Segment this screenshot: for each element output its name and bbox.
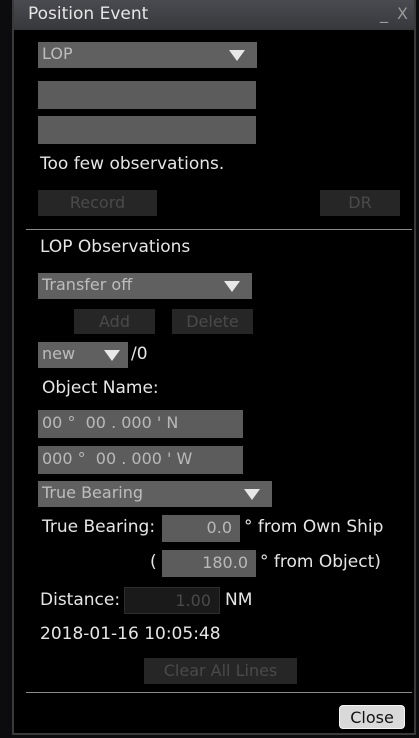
distance-unit: NM xyxy=(225,590,253,610)
window-title: Position Event xyxy=(28,4,149,24)
observation-message: Too few observations. xyxy=(40,154,225,174)
record-button[interactable]: Record xyxy=(38,190,157,216)
longitude-field[interactable]: 000 ° 00 . 000 ' W xyxy=(38,446,243,474)
object-name-label: Object Name: xyxy=(42,378,159,398)
bearing-type-value: True Bearing xyxy=(42,483,144,502)
position-event-window: Position Event _ X LOP Too few observati… xyxy=(12,0,416,735)
delete-button[interactable]: Delete xyxy=(172,309,253,334)
mode-dropdown-value: LOP xyxy=(42,44,73,63)
observation-count: /0 xyxy=(131,344,148,364)
clear-all-lines-button[interactable]: Clear All Lines xyxy=(144,658,297,684)
position-field-2[interactable] xyxy=(38,116,256,144)
footer-divider xyxy=(26,692,412,693)
add-button[interactable]: Add xyxy=(74,309,155,334)
transfer-dropdown[interactable]: Transfer off xyxy=(38,273,252,299)
chevron-down-icon xyxy=(229,50,245,61)
distance-input[interactable]: 1.00 xyxy=(124,587,220,614)
position-field-1[interactable] xyxy=(38,81,256,109)
paren-open: ( xyxy=(150,552,157,572)
lop-section-title: LOP Observations xyxy=(40,237,191,257)
bearing-type-dropdown[interactable]: True Bearing xyxy=(38,481,272,507)
section-divider xyxy=(26,229,412,230)
transfer-dropdown-value: Transfer off xyxy=(42,275,133,294)
from-own-ship-label: ° from Own Ship xyxy=(244,517,384,537)
observation-select-value: new xyxy=(42,344,76,363)
observation-select[interactable]: new xyxy=(38,342,128,368)
chevron-down-icon xyxy=(244,489,260,500)
distance-label: Distance: xyxy=(40,590,121,610)
mode-dropdown[interactable]: LOP xyxy=(38,42,257,68)
window-controls[interactable]: _ X xyxy=(380,4,410,23)
reverse-bearing-input[interactable]: 180.0 xyxy=(162,550,256,577)
latitude-field[interactable]: 00 ° 00 . 000 ' N xyxy=(38,410,243,438)
dr-button[interactable]: DR xyxy=(320,190,400,216)
chevron-down-icon xyxy=(224,281,240,292)
true-bearing-label: True Bearing: xyxy=(42,517,156,537)
close-button[interactable]: Close xyxy=(339,705,405,729)
title-bar: Position Event _ X xyxy=(14,0,414,30)
true-bearing-input[interactable]: 0.0 xyxy=(162,515,240,542)
chevron-down-icon xyxy=(104,350,120,361)
from-object-label: ° from Object) xyxy=(260,552,381,572)
timestamp: 2018-01-16 10:05:48 xyxy=(40,624,221,644)
